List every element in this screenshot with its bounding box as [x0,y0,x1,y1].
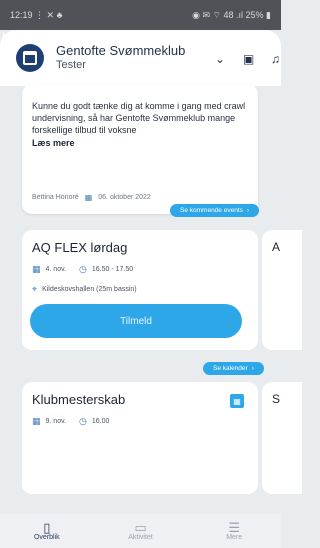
chevron-right-icon: › [251,365,254,372]
id-card-icon[interactable]: ▣ [243,52,254,66]
event-time: 16.50 - 17.50 [91,266,134,273]
news-text: Kunne du godt tænke dig at komme i gang … [32,101,246,136]
signup-button[interactable]: Tilmeld [30,304,242,338]
next-calendar-title: S [272,392,281,406]
status-left: 12:19 ⋮ ✕ ♣ [10,9,63,20]
nav-mere[interactable]: ☰ Mere [187,514,281,548]
nav-overblik[interactable]: ▯ Overblik [0,514,94,548]
event-date-time: ▦ 4. nov. ◷ 16.50 - 17.50 [32,264,248,275]
user-role: Tester [56,59,86,72]
calendar-date: 9. nov. [45,418,67,425]
event-card[interactable]: AQ FLEX lørdag ▦ 4. nov. ◷ 16.50 - 17.50… [22,230,258,350]
club-name: Gentofte Svømmeklub [56,43,186,59]
calendar-icon: ▦ [84,193,93,202]
nav-label: Mere [226,534,243,541]
calendar-date-time: ▦ 9. nov. ◷ 16.00 [32,416,248,427]
event-date: 4. nov. [45,266,67,273]
event-location: Kildeskovshallen (25m bassin) [42,286,137,293]
clock-icon: ◷ [79,264,87,274]
status-bar: 12:19 ⋮ ✕ ♣ ◉ ✉ ⌔ 48 .ıl 25% ▮ [0,0,281,30]
news-author: Bettina Honoré [32,194,79,201]
club-logo [16,44,44,72]
upcoming-events-label: Se kommende events [180,207,243,214]
calendar-link[interactable]: Se kalender › [203,362,264,375]
next-event-card[interactable]: A [262,230,302,350]
event-location-row: ⌖ Kildeskovshallen (25m bassin) [32,284,248,295]
upcoming-events-link[interactable]: Se kommende events › [170,204,260,217]
bottom-nav: ▯ Overblik ▭ Aktivitet ☰ Mere [0,514,281,548]
nav-label: Overblik [33,534,60,541]
clock-icon: ◷ [79,416,87,426]
calendar-badge-icon: ▦ [230,394,244,408]
list-icon: ☰ [228,520,240,535]
status-right: ◉ ✉ ⌔ 48 .ıl 25% ▮ [192,9,271,20]
news-card[interactable]: Kunne du godt tænke dig at komme i gang … [22,84,258,214]
bell-icon[interactable]: ♫ [271,52,280,66]
calendar-card[interactable]: Klubmesterskab ▦ ▦ 9. nov. ◷ 16.00 [22,382,258,494]
chevron-right-icon: › [246,207,250,214]
location-pin-icon: ⌖ [32,284,38,294]
read-more-link[interactable]: Læs mere [32,138,248,148]
chat-icon: ▭ [134,520,147,535]
clipboard-icon: ▯ [43,520,51,535]
back-fragment: k) [2,30,13,45]
calendar-icon: ▦ [32,416,41,426]
news-meta: Bettina Honoré ▦ 06. oktober 2022 [32,193,151,202]
chevron-down-icon[interactable]: ⌄ [215,52,225,66]
calendar-title: Klubmesterskab [32,392,126,407]
calendar-icon: ▦ [32,264,41,274]
nav-aktivitet[interactable]: ▭ Aktivitet [94,514,188,548]
calendar-link-label: Se kalender [213,365,248,372]
next-calendar-card[interactable]: S [262,382,302,494]
nav-label: Aktivitet [128,534,153,541]
app-header: Gentofte Svømmeklub Tester [0,30,281,86]
calendar-time: 16.00 [91,418,110,425]
event-title: AQ FLEX lørdag [32,240,128,255]
news-date: 06. oktober 2022 [98,194,151,201]
next-event-title: A [272,240,281,254]
